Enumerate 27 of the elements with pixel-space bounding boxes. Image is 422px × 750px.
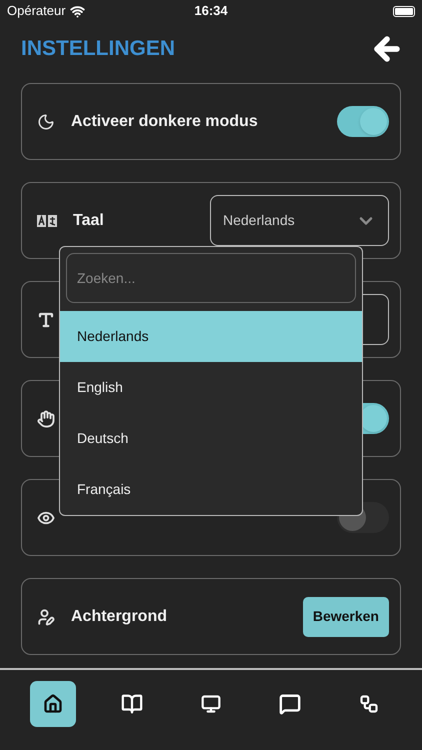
monitor-icon xyxy=(200,694,221,714)
book-icon xyxy=(121,693,144,715)
hand-icon xyxy=(37,410,55,428)
setting-label: Activeer donkere modus xyxy=(71,112,258,132)
nav-tab[interactable] xyxy=(30,681,76,727)
setting-label: Achtergrond xyxy=(71,606,167,626)
toggle-switch[interactable] xyxy=(337,106,389,137)
setting-label: Taal xyxy=(73,210,104,230)
dropdown-option[interactable]: English xyxy=(60,362,362,413)
home-icon xyxy=(43,694,64,714)
search-field[interactable]: Zoeken... xyxy=(66,253,356,303)
wifi-icon xyxy=(70,4,85,18)
moon-icon xyxy=(37,112,55,130)
page-title: INSTELLINGEN xyxy=(21,36,176,62)
user-edit-icon xyxy=(37,608,55,626)
dropdown-option[interactable]: Nederlands xyxy=(60,311,362,362)
battery-icon xyxy=(393,6,415,16)
time-text: 16:34 xyxy=(194,2,228,20)
text-size-icon xyxy=(37,310,55,328)
edit-button[interactable]: Bewerken xyxy=(302,596,389,636)
dropdown-option[interactable]: Français xyxy=(60,464,362,515)
language-icon xyxy=(37,214,57,226)
chat-icon xyxy=(278,693,301,715)
carrier-text: Opérateur xyxy=(7,2,66,20)
dropdown-option[interactable]: Deutsch xyxy=(60,413,362,464)
language-select[interactable]: Nederlands xyxy=(210,195,389,246)
network-icon xyxy=(358,694,379,714)
